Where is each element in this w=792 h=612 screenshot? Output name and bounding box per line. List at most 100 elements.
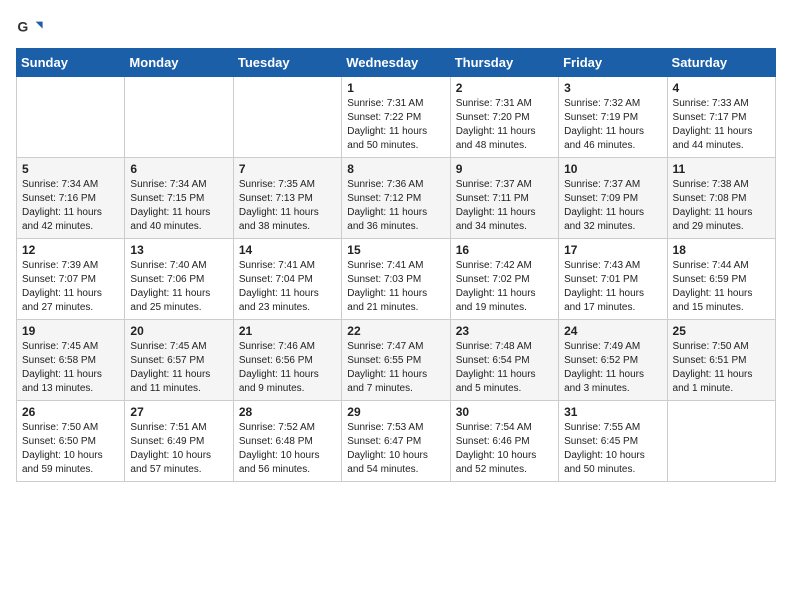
- day-number: 6: [130, 162, 227, 176]
- day-info: Sunrise: 7:46 AM Sunset: 6:56 PM Dayligh…: [239, 340, 336, 396]
- calendar-cell: 29 Sunrise: 7:53 AM Sunset: 6:47 PM Dayli…: [342, 401, 450, 482]
- day-number: 5: [22, 162, 119, 176]
- day-info: Sunrise: 7:47 AM Sunset: 6:55 PM Dayligh…: [347, 340, 444, 396]
- day-number: 18: [673, 243, 770, 257]
- day-number: 10: [564, 162, 661, 176]
- col-header-sunday: Sunday: [17, 49, 125, 77]
- day-info: Sunrise: 7:36 AM Sunset: 7:12 PM Dayligh…: [347, 178, 444, 234]
- day-info: Sunrise: 7:37 AM Sunset: 7:09 PM Dayligh…: [564, 178, 661, 234]
- col-header-tuesday: Tuesday: [233, 49, 341, 77]
- day-number: 30: [456, 405, 553, 419]
- calendar-cell: [17, 77, 125, 158]
- day-number: 2: [456, 81, 553, 95]
- day-info: Sunrise: 7:45 AM Sunset: 6:58 PM Dayligh…: [22, 340, 119, 396]
- calendar-cell: 11 Sunrise: 7:38 AM Sunset: 7:08 PM Dayli…: [667, 158, 775, 239]
- day-number: 23: [456, 324, 553, 338]
- day-info: Sunrise: 7:49 AM Sunset: 6:52 PM Dayligh…: [564, 340, 661, 396]
- calendar-cell: 28 Sunrise: 7:52 AM Sunset: 6:48 PM Dayli…: [233, 401, 341, 482]
- day-info: Sunrise: 7:33 AM Sunset: 7:17 PM Dayligh…: [673, 97, 770, 153]
- calendar-cell: 26Sunrise: 7:50 AM Sunset: 6:50 PM Dayli…: [17, 401, 125, 482]
- day-number: 7: [239, 162, 336, 176]
- day-number: 19: [22, 324, 119, 338]
- calendar-cell: 9Sunrise: 7:37 AM Sunset: 7:11 PM Daylig…: [450, 158, 558, 239]
- col-header-wednesday: Wednesday: [342, 49, 450, 77]
- day-number: 4: [673, 81, 770, 95]
- calendar-cell: 6 Sunrise: 7:34 AM Sunset: 7:15 PM Daylig…: [125, 158, 233, 239]
- calendar-cell: 13Sunrise: 7:40 AM Sunset: 7:06 PM Dayli…: [125, 239, 233, 320]
- day-info: Sunrise: 7:31 AM Sunset: 7:20 PM Dayligh…: [456, 97, 553, 153]
- calendar-cell: 4 Sunrise: 7:33 AM Sunset: 7:17 PM Daylig…: [667, 77, 775, 158]
- day-info: Sunrise: 7:55 AM Sunset: 6:45 PM Dayligh…: [564, 421, 661, 477]
- calendar-cell: 3 Sunrise: 7:32 AM Sunset: 7:19 PM Daylig…: [559, 77, 667, 158]
- col-header-friday: Friday: [559, 49, 667, 77]
- day-info: Sunrise: 7:53 AM Sunset: 6:47 PM Dayligh…: [347, 421, 444, 477]
- calendar-cell: 18 Sunrise: 7:44 AM Sunset: 6:59 PM Dayli…: [667, 239, 775, 320]
- calendar-cell: 24 Sunrise: 7:49 AM Sunset: 6:52 PM Dayli…: [559, 320, 667, 401]
- calendar-cell: 23 Sunrise: 7:48 AM Sunset: 6:54 PM Dayli…: [450, 320, 558, 401]
- day-info: Sunrise: 7:35 AM Sunset: 7:13 PM Dayligh…: [239, 178, 336, 234]
- calendar-cell: 7 Sunrise: 7:35 AM Sunset: 7:13 PM Daylig…: [233, 158, 341, 239]
- calendar-cell: 1 Sunrise: 7:31 AM Sunset: 7:22 PM Daylig…: [342, 77, 450, 158]
- day-info: Sunrise: 7:31 AM Sunset: 7:22 PM Dayligh…: [347, 97, 444, 153]
- day-number: 26: [22, 405, 119, 419]
- day-number: 12: [22, 243, 119, 257]
- calendar-table: SundayMondayTuesdayWednesdayThursdayFrid…: [16, 48, 776, 482]
- logo-icon: G: [16, 16, 44, 44]
- day-info: Sunrise: 7:44 AM Sunset: 6:59 PM Dayligh…: [673, 259, 770, 315]
- col-header-saturday: Saturday: [667, 49, 775, 77]
- calendar-cell: 12 Sunrise: 7:39 AM Sunset: 7:07 PM Dayli…: [17, 239, 125, 320]
- day-info: Sunrise: 7:52 AM Sunset: 6:48 PM Dayligh…: [239, 421, 336, 477]
- day-number: 22: [347, 324, 444, 338]
- day-number: 27: [130, 405, 227, 419]
- day-info: Sunrise: 7:34 AM Sunset: 7:15 PM Dayligh…: [130, 178, 227, 234]
- page-header: G: [16, 16, 776, 44]
- calendar-cell: 20Sunrise: 7:45 AM Sunset: 6:57 PM Dayli…: [125, 320, 233, 401]
- col-header-thursday: Thursday: [450, 49, 558, 77]
- day-number: 29: [347, 405, 444, 419]
- day-info: Sunrise: 7:32 AM Sunset: 7:19 PM Dayligh…: [564, 97, 661, 153]
- calendar-cell: 8 Sunrise: 7:36 AM Sunset: 7:12 PM Daylig…: [342, 158, 450, 239]
- day-info: Sunrise: 7:43 AM Sunset: 7:01 PM Dayligh…: [564, 259, 661, 315]
- logo: G: [16, 16, 48, 44]
- day-info: Sunrise: 7:45 AM Sunset: 6:57 PM Dayligh…: [130, 340, 227, 396]
- calendar-cell: 10 Sunrise: 7:37 AM Sunset: 7:09 PM Dayli…: [559, 158, 667, 239]
- col-header-monday: Monday: [125, 49, 233, 77]
- calendar-cell: 14 Sunrise: 7:41 AM Sunset: 7:04 PM Dayli…: [233, 239, 341, 320]
- day-number: 11: [673, 162, 770, 176]
- day-info: Sunrise: 7:54 AM Sunset: 6:46 PM Dayligh…: [456, 421, 553, 477]
- day-number: 28: [239, 405, 336, 419]
- day-number: 16: [456, 243, 553, 257]
- day-info: Sunrise: 7:38 AM Sunset: 7:08 PM Dayligh…: [673, 178, 770, 234]
- day-info: Sunrise: 7:48 AM Sunset: 6:54 PM Dayligh…: [456, 340, 553, 396]
- calendar-cell: 19 Sunrise: 7:45 AM Sunset: 6:58 PM Dayli…: [17, 320, 125, 401]
- calendar-cell: 2 Sunrise: 7:31 AM Sunset: 7:20 PM Daylig…: [450, 77, 558, 158]
- calendar-cell: 22 Sunrise: 7:47 AM Sunset: 6:55 PM Dayli…: [342, 320, 450, 401]
- calendar-cell: 21 Sunrise: 7:46 AM Sunset: 6:56 PM Dayli…: [233, 320, 341, 401]
- day-info: Sunrise: 7:41 AM Sunset: 7:03 PM Dayligh…: [347, 259, 444, 315]
- day-number: 25: [673, 324, 770, 338]
- day-number: 13: [130, 243, 227, 257]
- day-info: Sunrise: 7:37 AM Sunset: 7:11 PM Dayligh…: [456, 178, 553, 234]
- day-number: 3: [564, 81, 661, 95]
- day-number: 1: [347, 81, 444, 95]
- day-number: 31: [564, 405, 661, 419]
- calendar-cell: 31 Sunrise: 7:55 AM Sunset: 6:45 PM Dayli…: [559, 401, 667, 482]
- calendar-cell: [125, 77, 233, 158]
- calendar-cell: 16 Sunrise: 7:42 AM Sunset: 7:02 PM Dayli…: [450, 239, 558, 320]
- calendar-cell: 27 Sunrise: 7:51 AM Sunset: 6:49 PM Dayli…: [125, 401, 233, 482]
- day-number: 21: [239, 324, 336, 338]
- day-number: 17: [564, 243, 661, 257]
- calendar-cell: 30 Sunrise: 7:54 AM Sunset: 6:46 PM Dayli…: [450, 401, 558, 482]
- day-info: Sunrise: 7:34 AM Sunset: 7:16 PM Dayligh…: [22, 178, 119, 234]
- day-info: Sunrise: 7:51 AM Sunset: 6:49 PM Dayligh…: [130, 421, 227, 477]
- calendar-cell: 17 Sunrise: 7:43 AM Sunset: 7:01 PM Dayli…: [559, 239, 667, 320]
- day-info: Sunrise: 7:39 AM Sunset: 7:07 PM Dayligh…: [22, 259, 119, 315]
- calendar-cell: 25Sunrise: 7:50 AM Sunset: 6:51 PM Dayli…: [667, 320, 775, 401]
- day-number: 14: [239, 243, 336, 257]
- day-info: Sunrise: 7:42 AM Sunset: 7:02 PM Dayligh…: [456, 259, 553, 315]
- day-number: 24: [564, 324, 661, 338]
- day-info: Sunrise: 7:41 AM Sunset: 7:04 PM Dayligh…: [239, 259, 336, 315]
- svg-text:G: G: [17, 18, 28, 34]
- calendar-cell: [233, 77, 341, 158]
- day-number: 8: [347, 162, 444, 176]
